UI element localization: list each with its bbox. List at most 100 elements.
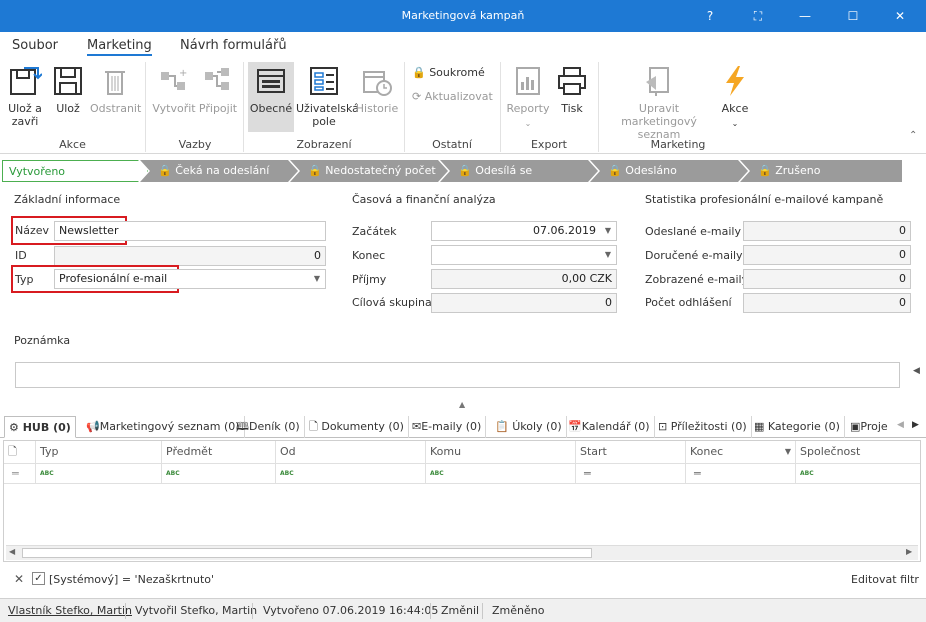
scroll-right-icon[interactable]: ▶	[906, 547, 912, 556]
text-filter-icon: ABC	[430, 470, 444, 477]
filter-company[interactable]: ABC	[796, 464, 920, 484]
step-waiting[interactable]: 🔒 Čeká na odeslání	[140, 160, 298, 182]
attach-button[interactable]: Připojit	[198, 64, 238, 115]
edit-marketing-list-button[interactable]: Upravit marketingový seznam	[604, 64, 714, 141]
tab-marketing-list[interactable]: 📢Marketingový seznam (0)	[82, 416, 245, 438]
tab-hub[interactable]: ⚙ HUB (0)	[4, 416, 76, 438]
tab-label: E-maily (0)	[421, 420, 482, 433]
shown-label: Zobrazené e-maily	[645, 273, 749, 286]
tab-documents[interactable]: 🗋 Dokumenty (0)	[305, 416, 409, 438]
horizontal-scrollbar[interactable]: ◀ ▶	[6, 545, 918, 560]
ribbon: Ulož a zavři Ulož Odstranit Akce + Vytvo…	[0, 58, 926, 154]
step-sending[interactable]: 🔒 Odesílá se	[440, 160, 598, 182]
save-button[interactable]: Ulož	[50, 64, 86, 115]
fullscreen-icon[interactable]: ⛶	[743, 0, 773, 32]
save-close-button[interactable]: Ulož a zavři	[5, 64, 45, 128]
edit-filter-link[interactable]: Editovat filtr	[851, 573, 919, 586]
tab-tasks[interactable]: 📋 Úkoly (0)	[491, 416, 567, 438]
step-sent[interactable]: 🔒 Odesláno	[590, 160, 748, 182]
history-button[interactable]: Historie	[355, 64, 399, 115]
create-label: Vytvořit	[152, 102, 196, 115]
lightning-icon	[726, 66, 744, 96]
start-value: 07.06.2019	[533, 224, 596, 237]
filter-to[interactable]: ABC	[426, 464, 576, 484]
step-created[interactable]: Vytvořeno	[2, 160, 148, 182]
general-view-button[interactable]: Obecné	[248, 62, 294, 132]
step-label: Vytvořeno	[9, 165, 66, 178]
filter-checkbox[interactable]: ✓	[32, 572, 45, 585]
tab-label: HUB (0)	[22, 421, 71, 434]
group-export: Export	[530, 138, 567, 151]
equals-icon: ═	[584, 467, 591, 480]
tabs-scroll-right-icon[interactable]: ▶	[912, 420, 919, 430]
tab-journal[interactable]: 🕮Deník (0)	[232, 416, 305, 438]
print-button[interactable]: Tisk	[554, 64, 590, 115]
step-insufficient[interactable]: 🔒 Nedostatečný počet ...	[290, 160, 448, 182]
filter-subject[interactable]: ABC	[162, 464, 276, 484]
type-value: Profesionální e-mail	[59, 272, 168, 285]
start-date-input[interactable]: 07.06.2019 ▼	[431, 221, 617, 241]
filter-row-icon: ═	[4, 464, 36, 484]
shown-field: 0	[743, 269, 911, 289]
column-header-subject[interactable]: Předmět	[162, 441, 276, 464]
user-fields-button[interactable]: Uživatelská pole	[296, 64, 359, 128]
close-button[interactable]: ✕	[885, 0, 915, 32]
remove-button[interactable]: Odstranit	[90, 64, 141, 115]
tab-form-design[interactable]: Návrh formulářů	[180, 38, 287, 53]
tab-soubor[interactable]: Soubor	[12, 38, 58, 53]
step-cancelled[interactable]: 🔒 Zrušeno	[740, 160, 902, 182]
filter-start[interactable]: ═	[576, 464, 686, 484]
chevron-left-icon[interactable]: ◀	[913, 366, 920, 376]
filter-from[interactable]: ABC	[276, 464, 426, 484]
tab-emails[interactable]: ✉E-maily (0)	[408, 416, 487, 438]
trash-icon	[105, 71, 125, 95]
step-label: Odesláno	[625, 164, 677, 177]
filter-type[interactable]: ABC	[36, 464, 162, 484]
column-header-type[interactable]: Typ	[36, 441, 162, 464]
private-label: Soukromé	[429, 66, 485, 79]
filter-end[interactable]: ═	[686, 464, 796, 484]
column-header-end[interactable]: Konec ▼	[686, 441, 796, 464]
grid-doc-column-icon[interactable]: 🗋	[4, 441, 36, 464]
minimize-button[interactable]: —	[790, 0, 820, 32]
section-stats-title: Statistika profesionální e-mailové kampa…	[645, 193, 884, 206]
column-header-company[interactable]: Společnost	[796, 441, 920, 464]
owner-link[interactable]: Vlastník Stefko, Martin	[8, 604, 132, 617]
column-header-start[interactable]: Start	[576, 441, 686, 464]
column-header-from[interactable]: Od	[276, 441, 426, 464]
create-button[interactable]: + Vytvořit	[152, 64, 196, 115]
attach-link-icon	[205, 68, 229, 90]
end-date-input[interactable]: ▼	[431, 245, 617, 265]
tab-calendar[interactable]: 📅Kalendář (0)	[564, 416, 655, 438]
tab-categories[interactable]: ▦ Kategorie (0)	[750, 416, 845, 438]
scroll-left-icon[interactable]: ◀	[9, 547, 15, 556]
group-separator	[500, 62, 501, 152]
refresh-icon: ⟳	[412, 90, 422, 103]
actions-button[interactable]: Akce ⌄	[718, 64, 752, 130]
tab-marketing[interactable]: Marketing	[87, 38, 152, 56]
status-divider	[482, 603, 483, 619]
scrollbar-thumb[interactable]	[22, 548, 592, 558]
refresh-button[interactable]: ⟳ Aktualizovat	[412, 90, 502, 103]
name-input[interactable]: Newsletter	[54, 221, 326, 241]
note-textarea[interactable]	[15, 362, 900, 388]
column-header-to[interactable]: Komu	[426, 441, 576, 464]
reports-label: Reporty	[506, 102, 550, 115]
income-field: 0,00 CZK	[431, 269, 617, 289]
splitter-handle-icon[interactable]: ▲	[459, 400, 465, 409]
maximize-button[interactable]: ☐	[838, 0, 868, 32]
tab-label: Proje	[860, 420, 888, 433]
envelope-icon: ✉	[412, 420, 422, 433]
private-button[interactable]: 🔒 Soukromé	[412, 66, 502, 79]
tab-projects[interactable]: ▣Proje	[846, 416, 896, 438]
lock-icon: 🔒	[158, 164, 172, 177]
menu-bar: Soubor Marketing Návrh formulářů	[0, 32, 926, 58]
help-icon[interactable]: ?	[695, 0, 725, 32]
tabs-scroll-left-icon[interactable]: ◀	[897, 420, 904, 430]
reports-button[interactable]: Reporty ⌄	[506, 64, 550, 130]
tab-opportunities[interactable]: ⊡ Příležitosti (0)	[654, 416, 752, 438]
clear-filter-icon[interactable]: ✕	[14, 572, 24, 586]
collapse-ribbon-icon[interactable]: ⌃	[909, 130, 917, 141]
tab-label: Marketingový seznam (0)	[99, 420, 240, 433]
type-select[interactable]: Profesionální e-mail ▼	[54, 269, 326, 289]
